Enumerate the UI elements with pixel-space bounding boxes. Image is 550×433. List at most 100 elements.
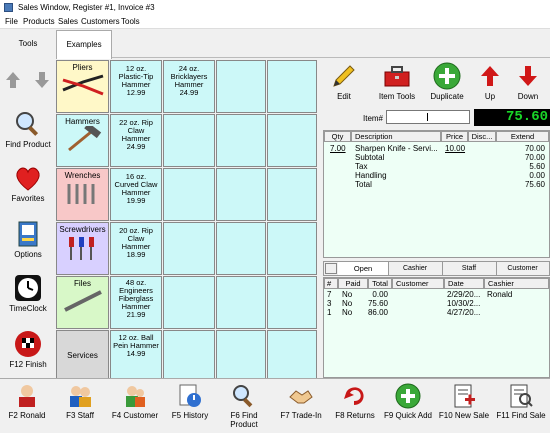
header-date[interactable]: Date xyxy=(444,278,484,289)
product-item[interactable]: 24 oz. Bricklayers Hammer 24.99 xyxy=(163,60,215,113)
item-number-input[interactable] xyxy=(386,110,470,124)
empty-cell[interactable] xyxy=(216,168,266,221)
menu-tools[interactable]: Tools xyxy=(121,17,140,26)
find-product-button[interactable]: Find Product xyxy=(0,110,56,149)
empty-cell[interactable] xyxy=(267,330,317,380)
table-row[interactable]: 1 No 86.00 4/27/20... xyxy=(324,308,549,317)
category-hammers[interactable]: Hammers xyxy=(56,114,109,167)
empty-cell[interactable] xyxy=(216,114,266,167)
f8-returns-button[interactable]: F8 Returns xyxy=(330,383,380,420)
tab-examples[interactable]: Examples xyxy=(56,30,112,59)
category-label: Files xyxy=(74,279,91,288)
tab-open[interactable]: Open xyxy=(338,262,389,275)
product-label: 12 oz. Plastic-Tip Hammer 12.99 xyxy=(118,64,154,97)
product-item[interactable]: 48 oz. Engineers Fiberglass Hammer 21.99 xyxy=(110,276,162,329)
category-wrenches[interactable]: Wrenches xyxy=(56,168,109,221)
down-button[interactable]: Down xyxy=(512,62,544,101)
menu-sales[interactable]: Sales xyxy=(58,17,78,26)
product-item[interactable]: 12 oz. Plastic-Tip Hammer 12.99 xyxy=(110,60,162,113)
category-files[interactable]: Files xyxy=(56,276,109,329)
timeclock-button[interactable]: TimeClock xyxy=(0,274,56,313)
product-item[interactable]: 12 oz. Ball Pein Hammer 14.99 xyxy=(110,330,162,380)
f7-trade-in-button[interactable]: F7 Trade-In xyxy=(276,383,326,420)
app-icon xyxy=(4,3,13,12)
header-disc[interactable]: Disc... xyxy=(468,131,496,142)
empty-cell[interactable] xyxy=(216,60,266,113)
window-title: Sales Window, Register #1, Invoice #3 xyxy=(18,3,155,12)
header-extend[interactable]: Extend xyxy=(496,131,549,142)
product-label: 24 oz. Bricklayers Hammer 24.99 xyxy=(170,64,208,97)
f10-new-sale-button[interactable]: F10 New Sale xyxy=(436,383,492,420)
f8-label: F8 Returns xyxy=(335,411,375,420)
f3-label: F3 Staff xyxy=(66,411,94,420)
empty-cell[interactable] xyxy=(216,330,266,380)
duplicate-button[interactable]: Duplicate xyxy=(424,62,470,101)
row-date: 10/30/2... xyxy=(447,299,481,308)
empty-cell[interactable] xyxy=(267,276,317,329)
category-label: Screwdrivers xyxy=(59,225,106,234)
up-down-arrows-icon[interactable] xyxy=(4,70,52,90)
tab-customer[interactable]: Customer xyxy=(496,262,549,275)
f2-ronald-button[interactable]: F2 Ronald xyxy=(2,383,52,420)
plus-circle-icon xyxy=(433,62,461,90)
empty-cell[interactable] xyxy=(163,222,215,275)
grid-toggle-icon[interactable] xyxy=(325,263,337,274)
product-item[interactable]: 22 oz. Rip Claw Hammer 24.99 xyxy=(110,114,162,167)
table-row[interactable]: 7 No 0.00 2/29/20... Ronald xyxy=(324,290,549,299)
f4-customer-button[interactable]: F4 Customer xyxy=(108,383,162,420)
f11-label: F11 Find Sale xyxy=(496,411,546,420)
f6-find-product-button[interactable]: F6 Find Product xyxy=(218,383,270,429)
empty-cell[interactable] xyxy=(163,114,215,167)
clock-icon xyxy=(15,275,41,301)
customer-icon xyxy=(126,386,145,407)
table-row[interactable]: 3 No 75.60 10/30/2... xyxy=(324,299,549,308)
header-cashier[interactable]: Cashier xyxy=(484,278,549,289)
empty-cell[interactable] xyxy=(267,114,317,167)
tab-tools[interactable]: Tools xyxy=(0,30,57,58)
edit-label: Edit xyxy=(337,92,351,101)
f9-quick-add-button[interactable]: F9 Quick Add xyxy=(382,383,434,420)
header-paid[interactable]: Paid xyxy=(338,278,368,289)
tab-cashier[interactable]: Cashier xyxy=(388,262,443,275)
arrow-up-icon xyxy=(481,66,499,86)
empty-cell[interactable] xyxy=(163,276,215,329)
product-item[interactable]: 20 oz. Rip Claw Hammer 18.99 xyxy=(110,222,162,275)
menu-products[interactable]: Products xyxy=(23,17,55,26)
header-num[interactable]: # xyxy=(324,278,338,289)
item-tools-label: Item Tools xyxy=(378,92,416,101)
handshake-icon xyxy=(289,390,313,404)
find-sale-icon xyxy=(510,384,533,408)
up-button[interactable]: Up xyxy=(476,62,504,101)
empty-cell[interactable] xyxy=(216,222,266,275)
category-pliers[interactable]: Pliers xyxy=(56,60,109,113)
empty-cell[interactable] xyxy=(216,276,266,329)
empty-cell[interactable] xyxy=(267,168,317,221)
header-qty[interactable]: Qty xyxy=(324,131,351,142)
empty-cell[interactable] xyxy=(163,168,215,221)
menu-customers[interactable]: Customers xyxy=(81,17,120,26)
favorites-button[interactable]: Favorites xyxy=(0,166,56,203)
f11-find-sale-button[interactable]: F11 Find Sale xyxy=(494,383,548,420)
product-item[interactable]: 16 oz. Curved Claw Hammer 19.99 xyxy=(110,168,162,221)
empty-cell[interactable] xyxy=(163,330,215,380)
f5-history-button[interactable]: F5 History xyxy=(166,383,214,420)
product-label: 22 oz. Rip Claw Hammer 24.99 xyxy=(119,118,153,151)
menu-file[interactable]: File xyxy=(5,17,18,26)
options-button[interactable]: Options xyxy=(0,220,56,259)
f3-staff-button[interactable]: F3 Staff xyxy=(56,383,104,420)
f12-finish-button[interactable]: F12 Finish xyxy=(0,330,56,369)
header-customer[interactable]: Customer xyxy=(392,278,444,289)
empty-cell[interactable] xyxy=(267,60,317,113)
item-tools-button[interactable]: Item Tools xyxy=(372,62,422,101)
header-description[interactable]: Description xyxy=(351,131,441,142)
header-total[interactable]: Total xyxy=(368,278,392,289)
edit-button[interactable]: Edit xyxy=(324,62,364,101)
row-total: 86.00 xyxy=(367,308,388,317)
options-label: Options xyxy=(14,250,42,259)
empty-cell[interactable] xyxy=(267,222,317,275)
category-screwdrivers[interactable]: Screwdrivers xyxy=(56,222,109,275)
f6-label: F6 Find Product xyxy=(230,411,258,429)
tab-staff[interactable]: Staff xyxy=(442,262,497,275)
category-services[interactable]: Services xyxy=(56,330,109,380)
header-price[interactable]: Price xyxy=(441,131,468,142)
